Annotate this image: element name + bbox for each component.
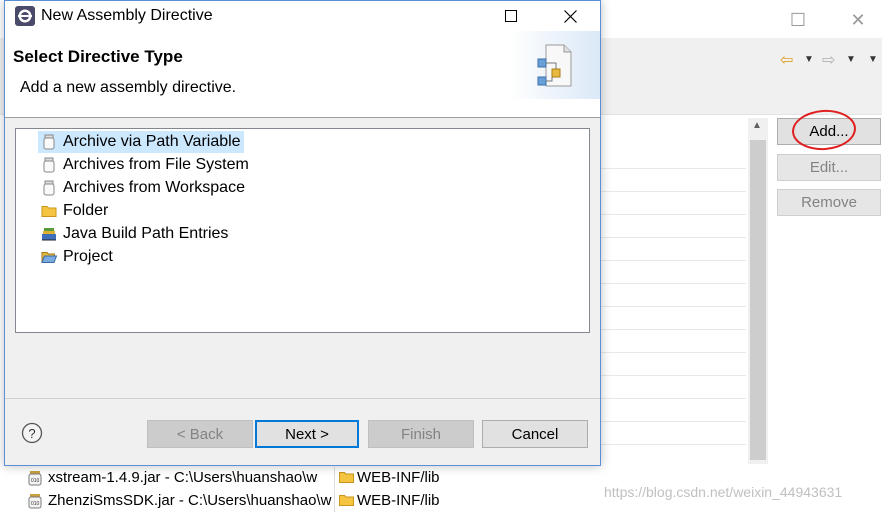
wizard-banner-icon: [510, 31, 600, 99]
row-path: WEB-INF/lib: [357, 492, 440, 509]
tree-item-label: Folder: [63, 202, 109, 219]
remove-button[interactable]: Remove: [777, 189, 881, 216]
folder-icon: [339, 472, 354, 483]
row-divider: [600, 214, 746, 215]
row-divider: [600, 352, 746, 353]
back-button-label: < Back: [176, 425, 224, 443]
maximize-icon[interactable]: [499, 4, 523, 28]
table-scrollbar[interactable]: ▲: [748, 118, 768, 464]
folder-icon: [41, 206, 57, 217]
close-icon[interactable]: [558, 4, 582, 28]
open-folder-icon: [41, 252, 57, 263]
row-divider: [600, 421, 746, 422]
cancel-button[interactable]: Cancel: [482, 420, 588, 448]
tree-item-label: Archive via Path Variable: [63, 133, 241, 150]
header-description: Add a new assembly directive.: [20, 79, 237, 96]
row-divider: [600, 329, 746, 330]
row-name: ZhenziSmsSDK.jar - C:\Users\huanshao\w: [48, 492, 332, 509]
jar-icon: 010: [28, 471, 42, 486]
button-bar-divider: [5, 398, 600, 399]
tree-item-folder[interactable]: Folder: [38, 200, 111, 222]
row-divider: [600, 306, 746, 307]
maximize-icon[interactable]: ☐: [786, 8, 810, 32]
row-path: WEB-INF/lib: [357, 469, 440, 486]
view-menu-icon[interactable]: ▼: [868, 54, 878, 65]
next-button-label: Next >: [285, 425, 329, 443]
jar-icon: [43, 180, 55, 196]
eclipse-app-icon: [15, 6, 35, 26]
row-divider: [600, 398, 746, 399]
forward-arrow-icon[interactable]: ⇨: [822, 50, 835, 70]
new-assembly-directive-dialog: New Assembly Directive Select Directive …: [4, 0, 601, 466]
jar-icon: [43, 134, 55, 150]
row-divider: [600, 444, 746, 445]
row-divider: [600, 168, 746, 169]
svg-text:010: 010: [31, 478, 40, 484]
back-arrow-icon[interactable]: ⇦: [780, 50, 793, 70]
scrollbar-thumb[interactable]: [750, 140, 766, 460]
column-divider: [334, 467, 335, 489]
close-icon[interactable]: ✕: [846, 8, 870, 32]
finish-button[interactable]: Finish: [368, 420, 474, 448]
tree-item-archives-from-file-system[interactable]: Archives from File System: [38, 154, 252, 176]
row-divider: [600, 260, 746, 261]
watermark: https://blog.csdn.net/weixin_44943631: [604, 484, 843, 500]
edit-button-label: Edit...: [809, 159, 849, 176]
tree-item-java-build-path-entries[interactable]: Java Build Path Entries: [38, 223, 231, 245]
dialog-header: Select Directive Type Add a new assembly…: [5, 31, 600, 118]
folder-icon: [339, 495, 354, 506]
tree-item-label: Archives from File System: [63, 156, 249, 173]
tree-item-label: Archives from Workspace: [63, 179, 245, 196]
tree-item-label: Java Build Path Entries: [63, 225, 229, 242]
row-divider: [600, 283, 746, 284]
tree-item-archives-from-workspace[interactable]: Archives from Workspace: [38, 177, 248, 199]
svg-text:010: 010: [31, 501, 40, 507]
finish-button-label: Finish: [400, 425, 441, 443]
row-name: xstream-1.4.9.jar - C:\Users\huanshao\w: [48, 469, 318, 486]
row-divider: [600, 191, 746, 192]
cancel-button-label: Cancel: [511, 425, 559, 443]
svg-text:?: ?: [28, 426, 35, 441]
row-divider: [600, 375, 746, 376]
tree-item-project[interactable]: Project: [38, 246, 116, 268]
header-title: Select Directive Type: [13, 47, 183, 66]
library-icon: [42, 228, 56, 241]
help-icon[interactable]: ?: [21, 422, 43, 444]
jar-icon: 010: [28, 494, 42, 509]
directive-type-tree[interactable]: Archive via Path Variable Archives from …: [15, 128, 590, 333]
next-button[interactable]: Next >: [255, 420, 359, 448]
row-divider: [600, 237, 746, 238]
chevron-down-icon[interactable]: ▼: [846, 54, 856, 65]
column-divider: [334, 490, 335, 512]
tree-item-label: Project: [63, 248, 113, 265]
tree-item-archive-via-path-variable[interactable]: Archive via Path Variable: [38, 131, 244, 153]
dialog-title: New Assembly Directive: [41, 7, 213, 24]
remove-button-label: Remove: [801, 194, 857, 211]
chevron-down-icon[interactable]: ▼: [804, 54, 814, 65]
dialog-titlebar: New Assembly Directive: [5, 1, 600, 31]
jar-icon: [43, 157, 55, 173]
scroll-up-icon[interactable]: ▲: [752, 120, 762, 131]
back-button[interactable]: < Back: [147, 420, 253, 448]
edit-button[interactable]: Edit...: [777, 154, 881, 181]
